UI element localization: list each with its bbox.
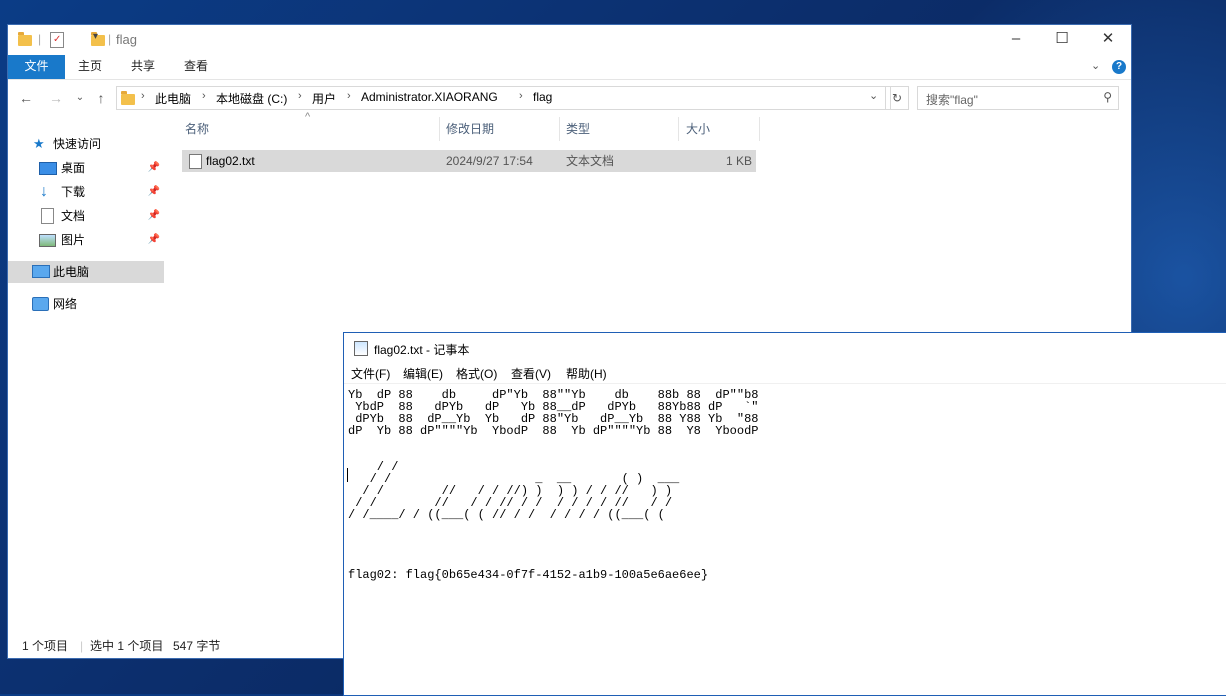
computer-icon (32, 265, 50, 278)
notepad-text-area[interactable]: Yb dP 88 db dP"Yb 88""Yb db 88b 88 dP""b… (348, 389, 758, 581)
breadcrumb-flag[interactable]: flag (533, 90, 552, 104)
tab-view[interactable]: 查看 (172, 55, 220, 79)
navigation-pane: ★ 快速访问 桌面 📌 ↓ 下载 📌 文档 📌 图片 📌 此电脑 网络 (8, 121, 166, 631)
breadcrumb-administrator[interactable]: Administrator.XIAORANG (361, 90, 498, 104)
network-icon (32, 297, 49, 311)
menu-help[interactable]: 帮助(H) (566, 365, 607, 382)
file-modified: 2024/9/27 17:54 (446, 154, 533, 168)
column-header-modified[interactable]: 修改日期 (446, 117, 494, 141)
sidebar-item-downloads[interactable]: ↓ 下载 📌 (8, 181, 164, 203)
breadcrumb-chevron[interactable]: › (347, 90, 351, 102)
refresh-button[interactable]: ↻ (885, 86, 909, 110)
tab-home[interactable]: 主页 (66, 55, 114, 79)
recent-locations-button[interactable]: ⌄ (70, 88, 90, 108)
pin-icon[interactable]: 📌 (148, 181, 160, 203)
address-bar[interactable]: › 此电脑 › 本地磁盘 (C:) › 用户 › Administrator.X… (116, 86, 891, 110)
explorer-titlebar: | ✓ ▾ | flag – ☐ ✕ (8, 25, 1131, 55)
minimize-button[interactable]: – (993, 25, 1039, 55)
folder-icon (121, 91, 135, 105)
column-header-size[interactable]: 大小 (686, 117, 710, 141)
breadcrumb-users[interactable]: 用户 (312, 90, 336, 107)
sidebar-label: 桌面 (61, 161, 86, 175)
breadcrumb-chevron[interactable]: › (298, 90, 302, 102)
sidebar-item-pictures[interactable]: 图片 📌 (8, 229, 164, 251)
sidebar-label: 图片 (61, 233, 86, 247)
breadcrumb-this-pc[interactable]: 此电脑 (155, 90, 191, 107)
separator: | (38, 32, 42, 46)
customize-quick-access-icon[interactable]: ▾ (93, 31, 98, 49)
address-row: ← → ⌄ ↑ › 此电脑 › 本地磁盘 (C:) › 用户 › Adminis… (8, 84, 1131, 112)
notepad-menubar: 文件(F) 编辑(E) 格式(O) 查看(V) 帮助(H) (344, 363, 1226, 384)
desktop-icon (39, 162, 57, 175)
pictures-icon (39, 234, 56, 247)
file-size: 1 KB (725, 154, 752, 168)
close-button[interactable]: ✕ (1085, 25, 1131, 55)
expand-ribbon-icon[interactable]: ⌄ (1091, 59, 1100, 72)
document-icon (41, 208, 54, 224)
breadcrumb-chevron[interactable]: › (519, 90, 523, 102)
sidebar-label: 网络 (53, 297, 78, 311)
tab-file[interactable]: 文件 (8, 55, 65, 79)
separator: | (80, 639, 84, 653)
sidebar-item-documents[interactable]: 文档 📌 (8, 205, 164, 227)
separator: | (108, 32, 112, 46)
sidebar-item-network[interactable]: 网络 (8, 293, 164, 315)
up-button[interactable]: ↑ (91, 88, 111, 108)
pin-icon[interactable]: 📌 (148, 157, 160, 179)
search-input[interactable]: 搜索"flag" ⚲ (917, 86, 1119, 110)
breadcrumb-chevron[interactable]: › (141, 90, 145, 102)
column-divider[interactable] (439, 117, 440, 141)
column-divider[interactable] (678, 117, 679, 141)
address-dropdown-icon[interactable]: ⌄ (869, 89, 878, 102)
text-caret (347, 468, 348, 482)
sort-ascending-icon: ^ (305, 111, 311, 123)
forward-button[interactable]: → (46, 88, 66, 108)
column-header-type[interactable]: 类型 (566, 117, 590, 141)
pin-icon[interactable]: 📌 (148, 205, 160, 227)
menu-file[interactable]: 文件(F) (351, 365, 390, 382)
maximize-button[interactable]: ☐ (1039, 25, 1085, 55)
menu-view[interactable]: 查看(V) (511, 365, 551, 382)
window-title: flag (116, 32, 137, 47)
sidebar-item-this-pc[interactable]: 此电脑 (8, 261, 164, 283)
status-selected: 选中 1 个项目 (90, 639, 164, 653)
star-icon: ★ (33, 136, 45, 151)
search-placeholder: 搜索"flag" (926, 93, 978, 107)
breadcrumb-chevron[interactable]: › (202, 90, 206, 102)
column-header-name[interactable]: 名称 (185, 117, 209, 141)
sidebar-label: 快速访问 (53, 137, 102, 151)
properties-icon[interactable]: ✓ (50, 32, 64, 48)
status-size: 547 字节 (173, 639, 221, 653)
sidebar-label: 下载 (61, 185, 86, 199)
text-file-icon (189, 154, 202, 169)
breadcrumb-local-disk[interactable]: 本地磁盘 (C:) (216, 90, 287, 107)
tab-share[interactable]: 共享 (119, 55, 167, 79)
file-row[interactable]: flag02.txt 2024/9/27 17:54 文本文档 1 KB (182, 150, 756, 172)
column-divider[interactable] (759, 117, 760, 141)
status-item-count: 1 个项目 (22, 639, 69, 653)
notepad-icon (354, 341, 368, 356)
ribbon-tabs: 文件 主页 共享 查看 ⌄ ? (8, 55, 1131, 80)
menu-edit[interactable]: 编辑(E) (403, 365, 443, 382)
sidebar-item-desktop[interactable]: 桌面 📌 (8, 157, 164, 179)
menu-format[interactable]: 格式(O) (456, 365, 497, 382)
notepad-title: flag02.txt - 记事本 (374, 343, 470, 357)
column-divider[interactable] (559, 117, 560, 141)
notepad-titlebar: flag02.txt - 记事本 (344, 333, 1226, 363)
notepad-window: flag02.txt - 记事本 文件(F) 编辑(E) 格式(O) 查看(V)… (343, 332, 1226, 696)
back-button[interactable]: ← (16, 88, 36, 108)
file-name: flag02.txt (206, 154, 255, 168)
download-icon: ↓ (40, 183, 48, 200)
search-icon[interactable]: ⚲ (1103, 90, 1112, 104)
pin-icon[interactable]: 📌 (148, 229, 160, 251)
folder-icon (18, 32, 32, 46)
sidebar-label: 此电脑 (53, 265, 90, 279)
help-icon[interactable]: ? (1112, 60, 1126, 74)
file-type: 文本文档 (566, 154, 615, 168)
sidebar-item-quick-access[interactable]: ★ 快速访问 (8, 133, 164, 155)
sidebar-label: 文档 (61, 209, 86, 223)
